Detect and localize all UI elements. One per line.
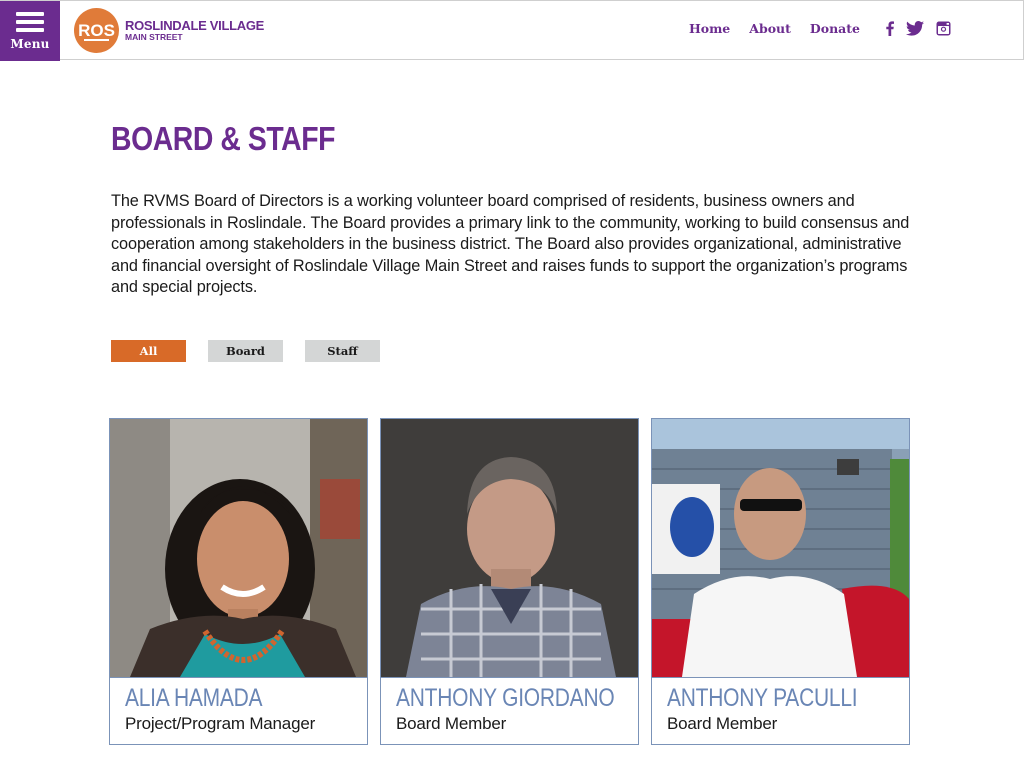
page-title: BOARD & STAFF [111,120,336,157]
logo-text: ROSLINDALE VILLAGE MAIN STREET [125,19,264,42]
filter-staff-button[interactable]: Staff [305,340,380,362]
member-role: Project/Program Manager [125,714,316,733]
menu-label: Menu [10,36,50,51]
member-role: Board Member [667,714,778,733]
member-grid: ALIA HAMADA Project/Program Manager ANTH… [109,418,922,745]
nav-about-link[interactable]: About [749,21,791,36]
logo-title: ROSLINDALE VILLAGE [125,18,265,34]
member-info: ANTHONY GIORDANO Board Member [381,677,638,744]
site-logo[interactable]: ROS ROSLINDALE VILLAGE MAIN STREET [74,8,264,53]
facebook-icon[interactable] [886,21,894,36]
nav-donate-link[interactable]: Donate [810,21,860,36]
member-name: ANTHONY GIORDANO [396,684,615,712]
filter-all-button[interactable]: All [111,340,186,362]
site-header: Menu ROS ROSLINDALE VILLAGE MAIN STREET … [0,0,1024,61]
member-card[interactable]: ANTHONY GIORDANO Board Member [380,418,639,745]
nav-home-link[interactable]: Home [689,21,730,36]
member-photo [652,419,909,677]
logo-mark: ROS [74,8,119,53]
member-card[interactable]: ALIA HAMADA Project/Program Manager [109,418,368,745]
member-role: Board Member [396,714,507,733]
intro-paragraph: The RVMS Board of Directors is a working… [111,192,910,296]
member-info: ALIA HAMADA Project/Program Manager [110,677,367,744]
filter-bar: All Board Staff [111,340,402,362]
instagram-icon[interactable] [936,21,951,36]
member-name: ALIA HAMADA [125,684,263,712]
menu-button[interactable]: Menu [0,1,60,61]
twitter-icon[interactable] [906,21,924,36]
member-info: ANTHONY PACULLI Board Member [652,677,909,744]
member-photo [381,419,638,677]
filter-board-button[interactable]: Board [208,340,283,362]
logo-subtitle: MAIN STREET [125,32,183,43]
member-photo [110,419,367,677]
main-nav: Home About Donate [670,21,951,36]
member-name: ANTHONY PACULLI [667,684,858,712]
member-card[interactable]: ANTHONY PACULLI Board Member [651,418,910,745]
social-links [874,21,951,36]
hamburger-icon [16,11,44,32]
